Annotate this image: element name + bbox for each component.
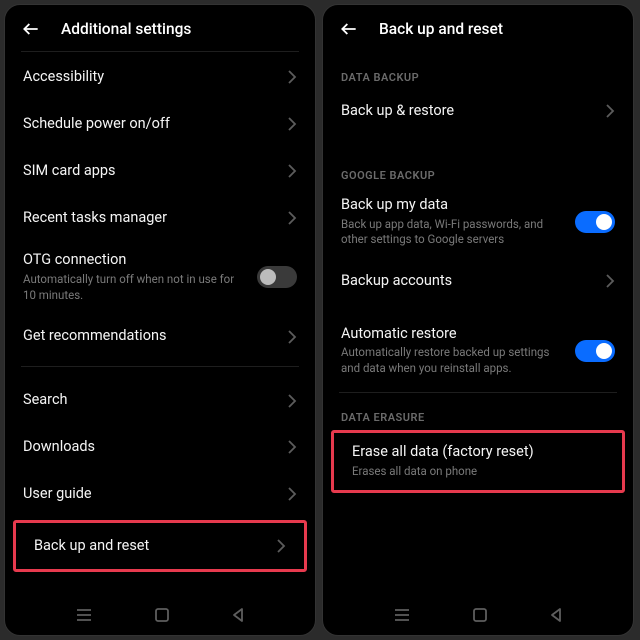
row-backup-accounts[interactable]: Backup accounts — [323, 258, 633, 305]
row-label: Back up my data — [341, 196, 565, 215]
android-navbar — [323, 597, 633, 635]
row-label: Back up and reset — [34, 537, 266, 556]
row-backup-restore[interactable]: Back up & restore — [323, 88, 633, 135]
row-label: Downloads — [23, 438, 277, 457]
row-label: Recent tasks manager — [23, 209, 277, 228]
row-backup-my-data[interactable]: Back up my data Back up app data, Wi-Fi … — [323, 186, 633, 258]
row-label: Get recommendations — [23, 327, 277, 346]
section-google-backup: GOOGLE BACKUP — [323, 151, 633, 186]
row-label: Erase all data (factory reset) — [352, 443, 594, 462]
chevron-right-icon — [287, 70, 297, 84]
chevron-right-icon — [605, 274, 615, 288]
phone-right: Back up and reset DATA BACKUP Back up & … — [322, 4, 634, 636]
nav-home-icon[interactable] — [472, 607, 488, 623]
row-label: SIM card apps — [23, 162, 277, 181]
page-title: Additional settings — [61, 20, 191, 38]
phone-left: Additional settings Accessibility Schedu… — [4, 4, 316, 636]
row-search[interactable]: Search — [5, 377, 315, 424]
row-recommendations[interactable]: Get recommendations — [5, 313, 315, 360]
chevron-right-icon — [287, 330, 297, 344]
chevron-right-icon — [287, 487, 297, 501]
row-backup-reset[interactable]: Back up and reset — [13, 520, 307, 573]
nav-home-icon[interactable] — [154, 607, 170, 623]
row-label: Backup accounts — [341, 272, 595, 291]
chevron-right-icon — [287, 440, 297, 454]
section-data-backup: DATA BACKUP — [323, 53, 633, 88]
settings-list: Accessibility Schedule power on/off SIM … — [5, 52, 315, 597]
chevron-right-icon — [287, 211, 297, 225]
row-user-guide[interactable]: User guide — [5, 471, 315, 518]
row-otg-connection[interactable]: OTG connection Automatically turn off wh… — [5, 241, 315, 313]
row-recent-tasks[interactable]: Recent tasks manager — [5, 195, 315, 242]
android-navbar — [5, 597, 315, 635]
row-subtitle: Back up app data, Wi-Fi passwords, and o… — [341, 217, 565, 248]
nav-recents-icon[interactable] — [75, 607, 93, 623]
row-downloads[interactable]: Downloads — [5, 424, 315, 471]
toggle-backup-my-data[interactable] — [575, 211, 615, 233]
row-label: Back up & restore — [341, 102, 595, 121]
toggle-auto-restore[interactable] — [575, 340, 615, 362]
section-data-erasure: DATA ERASURE — [323, 393, 633, 428]
settings-list: DATA BACKUP Back up & restore GOOGLE BAC… — [323, 51, 633, 597]
row-subtitle: Automatically restore backed up settings… — [341, 345, 565, 376]
row-label: Schedule power on/off — [23, 115, 277, 134]
row-subtitle: Erases all data on phone — [352, 464, 594, 480]
chevron-right-icon — [605, 104, 615, 118]
header: Additional settings — [5, 5, 315, 51]
back-icon[interactable] — [339, 19, 359, 39]
chevron-right-icon — [276, 539, 286, 553]
row-label: Search — [23, 391, 277, 410]
chevron-right-icon — [287, 117, 297, 131]
toggle-otg[interactable] — [257, 266, 297, 288]
chevron-right-icon — [287, 394, 297, 408]
nav-back-icon[interactable] — [549, 607, 563, 623]
row-label: Accessibility — [23, 68, 277, 87]
nav-recents-icon[interactable] — [393, 607, 411, 623]
row-schedule-power[interactable]: Schedule power on/off — [5, 101, 315, 148]
row-sim-apps[interactable]: SIM card apps — [5, 148, 315, 195]
back-icon[interactable] — [21, 19, 41, 39]
row-accessibility[interactable]: Accessibility — [5, 54, 315, 101]
row-subtitle: Automatically turn off when not in use f… — [23, 272, 247, 303]
row-label: User guide — [23, 485, 277, 504]
row-label: OTG connection — [23, 251, 247, 270]
row-erase-all-data[interactable]: Erase all data (factory reset) Erases al… — [331, 430, 625, 492]
row-label: Automatic restore — [341, 325, 565, 344]
header: Back up and reset — [323, 5, 633, 51]
nav-back-icon[interactable] — [231, 607, 245, 623]
page-title: Back up and reset — [379, 20, 503, 38]
chevron-right-icon — [287, 164, 297, 178]
row-automatic-restore[interactable]: Automatic restore Automatically restore … — [323, 315, 633, 387]
